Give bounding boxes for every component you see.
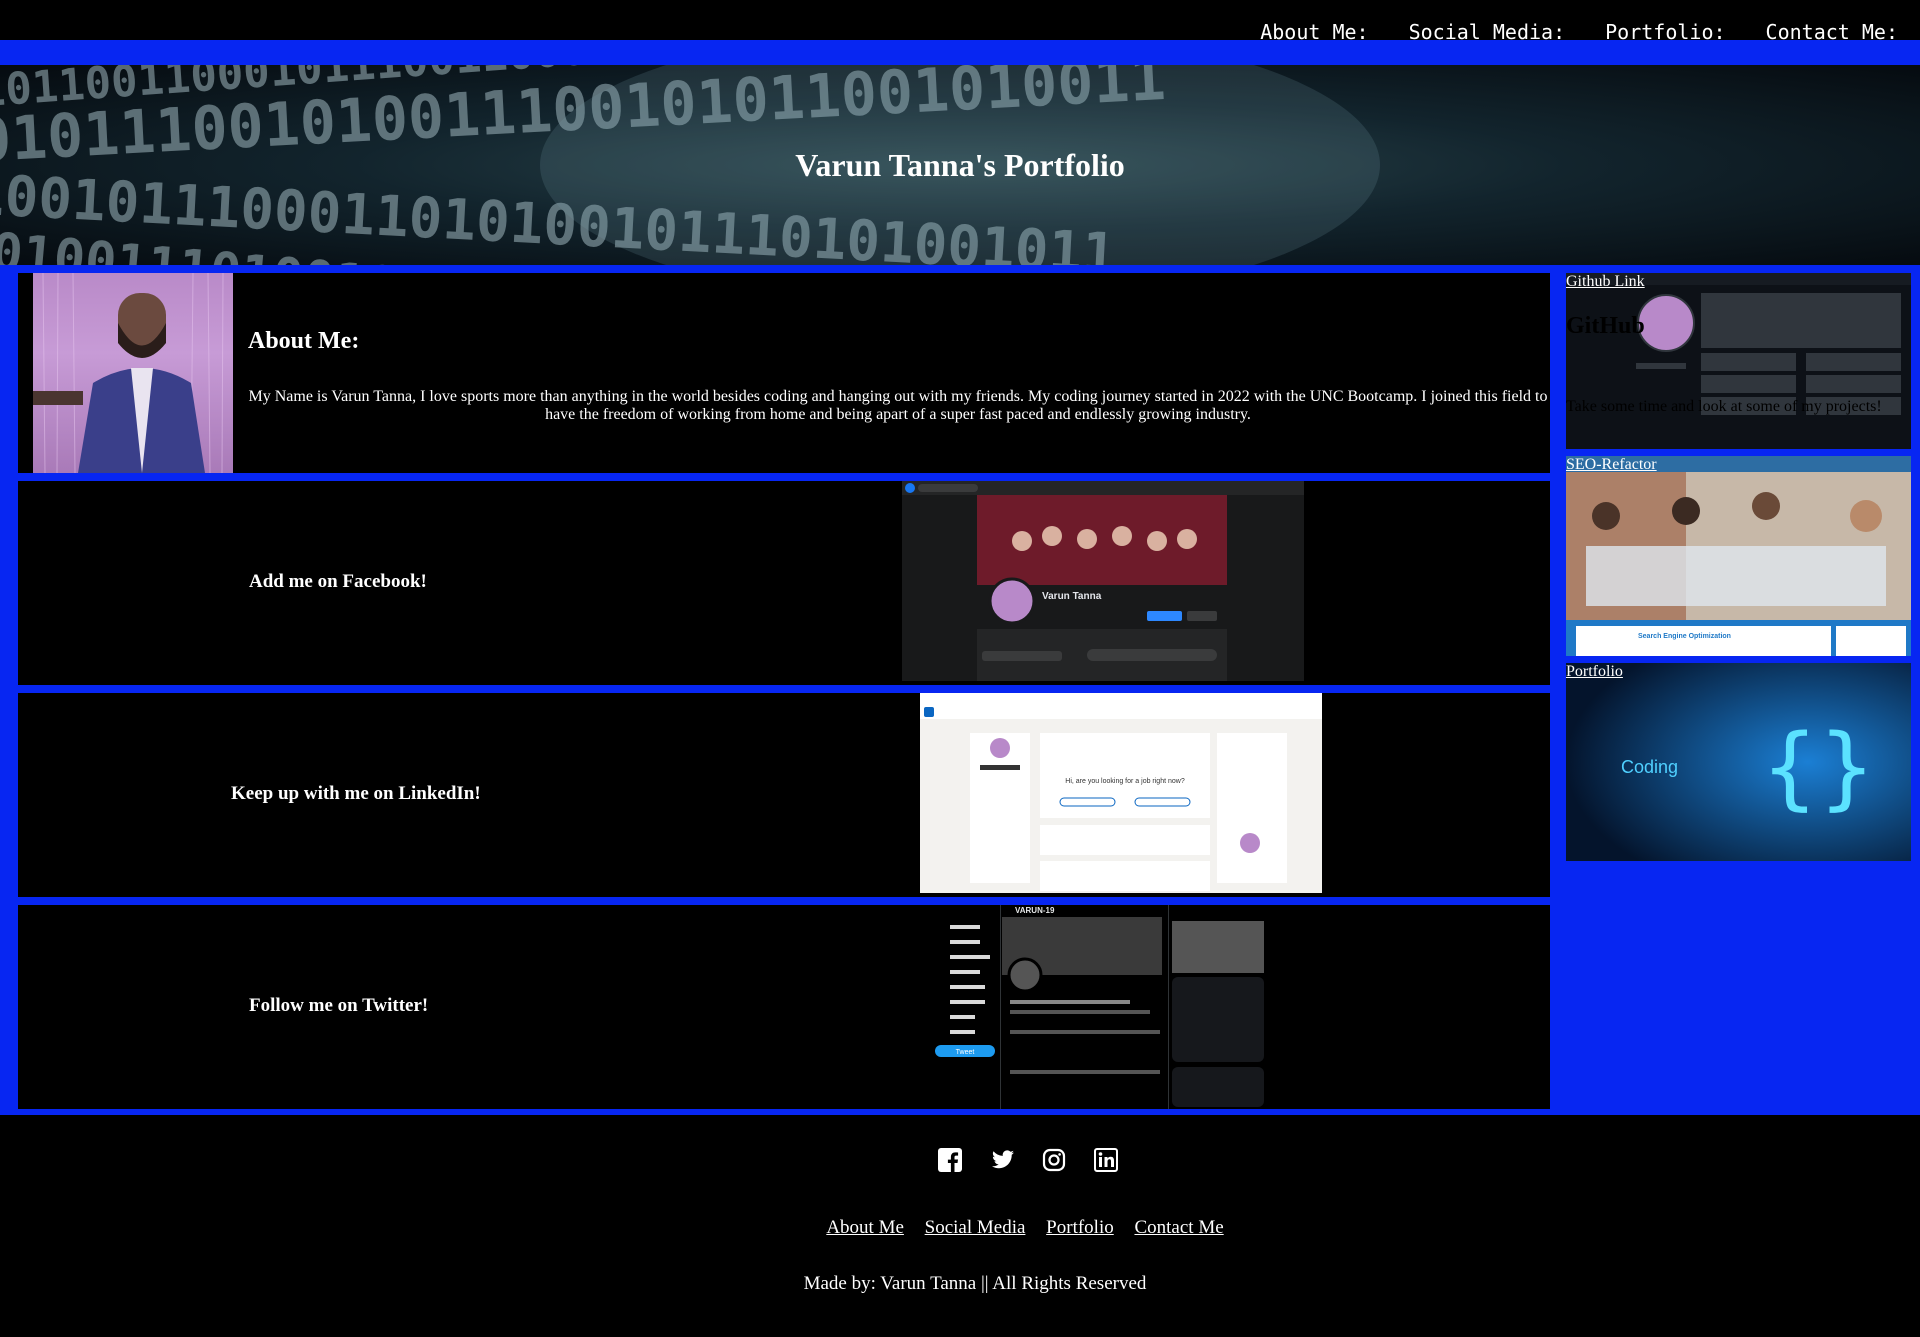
- svg-text:Search Engine Optimization: Search Engine Optimization: [1638, 633, 1731, 640]
- svg-text:Tweet: Tweet: [956, 1049, 975, 1056]
- facebook-screenshot[interactable]: Varun Tanna: [902, 481, 1304, 681]
- footer-contact-link[interactable]: Contact Me: [1134, 1217, 1223, 1238]
- twitter-screenshot[interactable]: Tweet VARUN-19: [930, 905, 1320, 1109]
- twitter-icon[interactable]: [990, 1148, 1014, 1172]
- seo-refactor-screenshot: Search Engine Optimization: [1566, 456, 1911, 656]
- svg-text:{}: {}: [1761, 715, 1876, 820]
- footer-portfolio-link[interactable]: Portfolio: [1046, 1217, 1114, 1238]
- twitter-section: Follow me on Twitter! Tweet VARUN-19: [18, 905, 1550, 1109]
- footer-social-link[interactable]: Social Media: [925, 1217, 1026, 1238]
- twitter-label: Follow me on Twitter!: [249, 995, 429, 1016]
- instagram-icon[interactable]: [1042, 1148, 1066, 1172]
- about-text: My Name is Varun Tanna, I love sports mo…: [248, 388, 1548, 423]
- linkedin-screenshot[interactable]: Hi, are you looking for a job right now?: [920, 693, 1322, 893]
- facebook-section: Add me on Facebook! Varun Tanna: [18, 481, 1550, 685]
- profile-photo-image: [33, 273, 224, 473]
- page-title: Varun Tanna's Portfolio: [795, 146, 1125, 183]
- github-project-link[interactable]: Github Link: [1566, 273, 1645, 291]
- svg-text:Coding: Coding: [1621, 757, 1678, 777]
- facebook-icon[interactable]: [938, 1148, 962, 1172]
- project-github: Github Link GitHub Take some time and lo…: [1566, 273, 1911, 449]
- footer: About Me Social Media Portfolio Contact …: [0, 1115, 1920, 1337]
- about-heading: About Me:: [248, 328, 360, 354]
- project-portfolio: Coding {} Portfolio: [1566, 663, 1911, 861]
- nav-divider-stripe: [0, 40, 1920, 65]
- about-section: About Me: My Name is Varun Tanna, I love…: [18, 273, 1550, 473]
- profile-photo: [33, 273, 233, 473]
- linkedin-icon[interactable]: [1094, 1148, 1118, 1172]
- facebook-label: Add me on Facebook!: [249, 571, 427, 592]
- project-seo-refactor: Search Engine Optimization SEO-Refactor: [1566, 456, 1911, 656]
- linkedin-section: Keep up with me on LinkedIn! Hi, are you…: [18, 693, 1550, 897]
- portfolio-screenshot: Coding {}: [1566, 663, 1911, 861]
- github-screenshot: [1566, 273, 1911, 415]
- svg-text:Varun Tanna: Varun Tanna: [1042, 591, 1102, 602]
- svg-text:VARUN-19: VARUN-19: [1015, 906, 1055, 915]
- linkedin-label: Keep up with me on LinkedIn!: [231, 783, 481, 804]
- hero-banner: 10110011000101110011000111010110 0010111…: [0, 65, 1920, 265]
- github-project-title: GitHub: [1566, 313, 1645, 339]
- top-bar: About Me: Social Media: Portfolio: Conta…: [0, 0, 1920, 44]
- portfolio-project-link[interactable]: Portfolio: [1566, 663, 1623, 681]
- footer-credit: Made by: Varun Tanna || All Rights Reser…: [803, 1273, 1147, 1294]
- svg-text:Hi, are you looking for a job: Hi, are you looking for a job right now?: [1065, 778, 1185, 785]
- github-project-description: Take some time and look at some of my pr…: [1566, 398, 1882, 415]
- main-content: About Me: My Name is Varun Tanna, I love…: [0, 265, 1920, 1115]
- footer-social-icons: [938, 1148, 1118, 1172]
- footer-about-link[interactable]: About Me: [826, 1217, 904, 1238]
- seo-refactor-project-link[interactable]: SEO-Refactor: [1566, 456, 1657, 474]
- footer-links: About Me Social Media Portfolio Contact …: [0, 1217, 1920, 1239]
